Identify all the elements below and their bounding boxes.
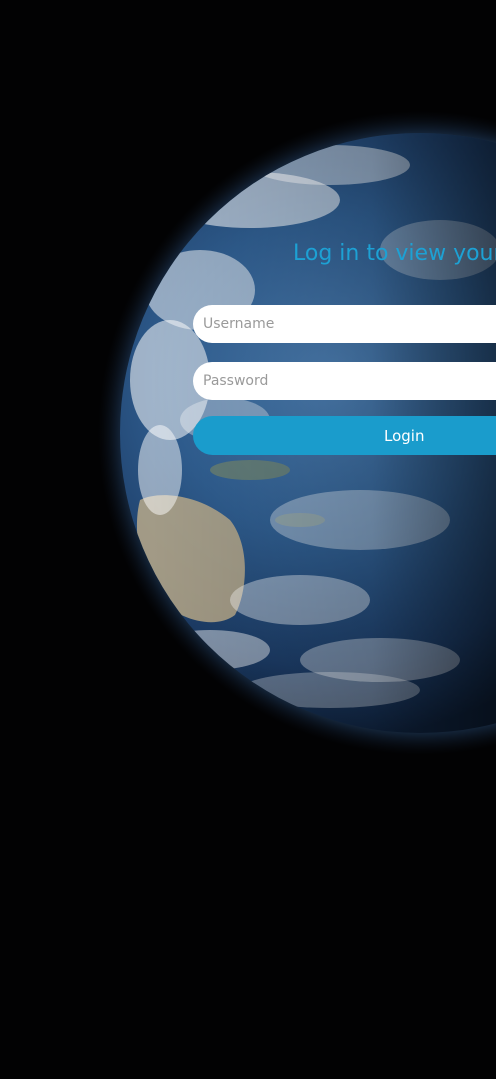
- login-page: Log in to view your li Login: [0, 0, 496, 1079]
- login-button[interactable]: Login: [193, 416, 496, 455]
- password-input[interactable]: [193, 362, 496, 400]
- username-input[interactable]: [193, 305, 496, 343]
- login-heading: Log in to view your li: [293, 241, 496, 266]
- login-form: Log in to view your li Login: [0, 0, 496, 1079]
